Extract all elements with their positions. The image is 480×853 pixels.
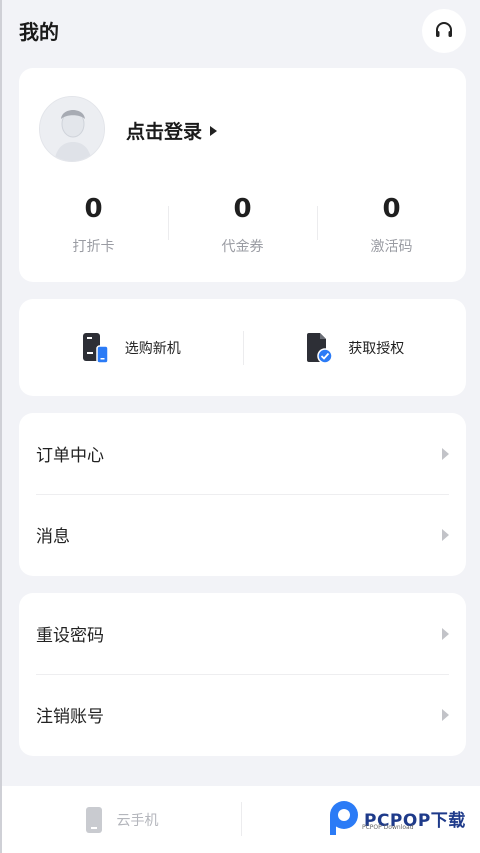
stat-label: 打折卡 xyxy=(72,239,115,255)
page-title: 我的 xyxy=(19,20,59,44)
stat-activation-code[interactable]: 0 激活码 xyxy=(317,190,466,260)
stat-discount-card[interactable]: 0 打折卡 xyxy=(19,190,168,260)
pcpop-logo-icon xyxy=(330,801,358,835)
stats-row: 0 打折卡 0 代金券 0 激活码 xyxy=(19,190,466,260)
stat-value: 0 xyxy=(233,194,252,224)
profile-card: 点击登录 0 打折卡 0 代金券 0 激活码 xyxy=(19,68,466,282)
phone-shop-icon xyxy=(82,332,109,364)
tab-label: 云手机 xyxy=(116,812,159,829)
menu-item-messages[interactable]: 消息 xyxy=(19,494,466,575)
actions-card: 选购新机 获取授权 xyxy=(19,299,466,396)
chevron-right-icon xyxy=(442,708,449,721)
header: 我的 xyxy=(2,0,480,62)
action-label: 获取授权 xyxy=(348,340,405,357)
menu-item-label: 注销账号 xyxy=(36,707,104,727)
watermark-subtext: PCPOP Download xyxy=(362,824,414,831)
action-label: 选购新机 xyxy=(124,340,181,357)
document-check-icon xyxy=(307,332,333,364)
chevron-right-icon xyxy=(442,528,449,541)
buy-new-device-button[interactable]: 选购新机 xyxy=(19,299,243,396)
stat-value: 0 xyxy=(382,194,401,224)
menu-item-label: 订单中心 xyxy=(36,446,104,466)
stat-label: 代金券 xyxy=(221,239,264,255)
chevron-right-icon xyxy=(442,627,449,640)
stat-value: 0 xyxy=(84,194,103,224)
menu-item-label: 消息 xyxy=(36,527,70,547)
stat-label: 激活码 xyxy=(370,239,413,255)
menu-item-order-center[interactable]: 订单中心 xyxy=(19,413,466,494)
stat-voucher[interactable]: 0 代金券 xyxy=(168,190,317,260)
menu-item-label: 重设密码 xyxy=(36,626,104,646)
watermark: PCPOP下载 PCPOP Download xyxy=(326,800,466,836)
phone-icon xyxy=(85,806,102,833)
login-label: 点击登录 xyxy=(126,121,203,143)
headset-icon xyxy=(436,22,452,37)
menu-card-orders: 订单中心 消息 xyxy=(19,413,466,576)
chevron-right-icon xyxy=(442,447,449,460)
tab-cloud-phone[interactable]: 云手机 xyxy=(2,786,241,853)
login-link[interactable]: 点击登录 xyxy=(126,117,218,144)
default-avatar-icon xyxy=(40,97,104,161)
customer-service-button[interactable] xyxy=(422,9,466,53)
avatar[interactable] xyxy=(39,96,105,162)
get-authorization-button[interactable]: 获取授权 xyxy=(242,299,467,396)
menu-item-reset-password[interactable]: 重设密码 xyxy=(19,593,466,674)
menu-item-delete-account[interactable]: 注销账号 xyxy=(19,674,466,755)
caret-right-icon xyxy=(210,125,218,136)
menu-card-account: 重设密码 注销账号 xyxy=(19,593,466,756)
